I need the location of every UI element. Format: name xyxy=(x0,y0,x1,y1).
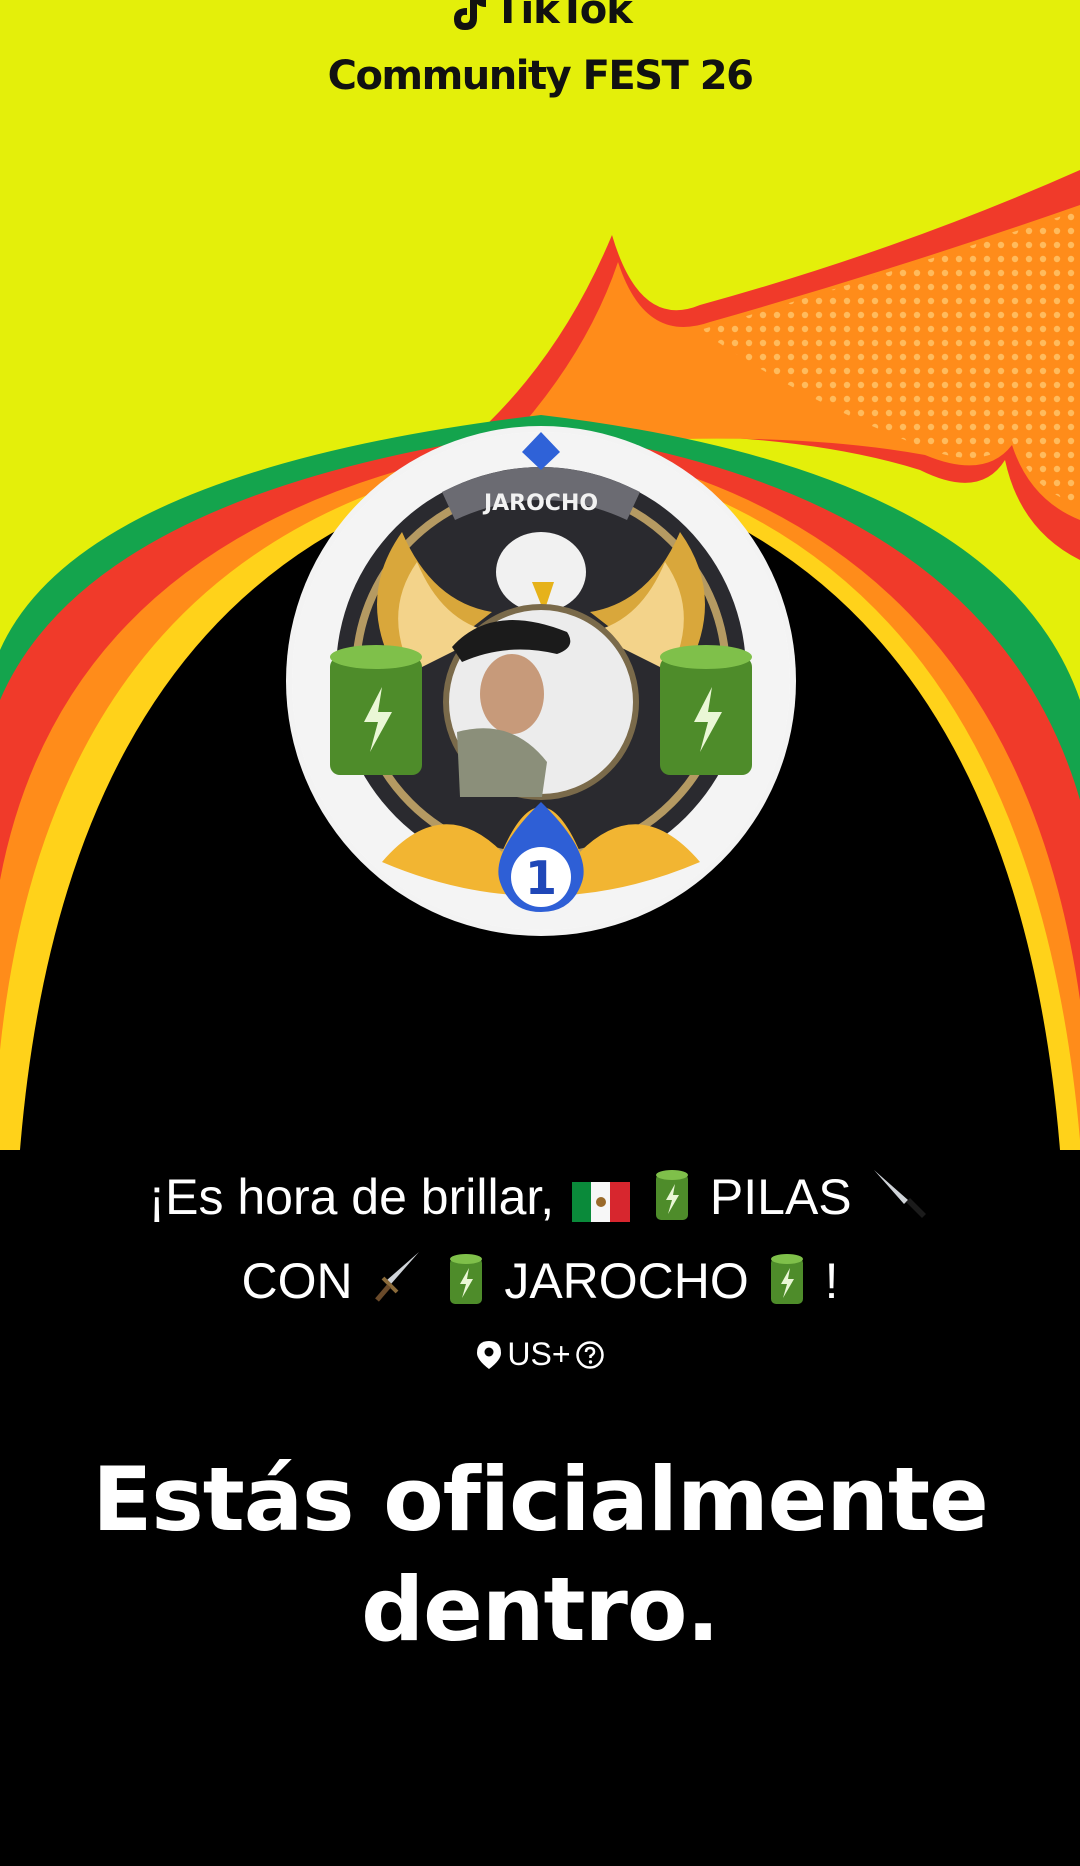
badge-rank-number: 1 xyxy=(525,851,557,905)
name-part-jarocho: JAROCHO xyxy=(504,1253,749,1309)
greeting-line-2: CON JAROCHO ! xyxy=(241,1252,839,1309)
profile-greeting: ¡Es hora de brillar, PILAS CON JAROCHO ! xyxy=(60,1155,1020,1323)
battery-icon xyxy=(656,1170,688,1220)
location-region: US+ xyxy=(507,1336,571,1372)
name-part-con: CON xyxy=(241,1253,353,1309)
name-part-pilas: PILAS xyxy=(709,1169,852,1225)
tiktok-logo-icon xyxy=(454,0,487,30)
location-row: US+ xyxy=(0,1336,1080,1373)
mexico-flag-icon xyxy=(572,1182,631,1222)
location-pin-icon xyxy=(477,1340,502,1369)
greeting-line-1: ¡Es hora de brillar, PILAS xyxy=(148,1169,931,1225)
brand-row: TikTok xyxy=(0,0,1080,34)
headline-line-2: dentro. xyxy=(361,1558,720,1661)
headline-line-1: Estás oficialmente xyxy=(92,1448,989,1551)
greeting-prefix: ¡Es hora de brillar, xyxy=(148,1169,555,1225)
dagger-icon xyxy=(374,1252,419,1302)
jarocho-badge-image: JAROCHO 1 xyxy=(292,432,790,930)
battery-icon xyxy=(450,1254,483,1304)
knife-icon xyxy=(873,1170,926,1218)
headline: Estás oficialmente dentro. xyxy=(0,1445,1080,1665)
event-title: Community FEST 26 xyxy=(327,53,754,99)
badge-frame-label: JAROCHO xyxy=(482,491,598,516)
battery-icon xyxy=(770,1254,803,1304)
help-icon[interactable] xyxy=(575,1340,605,1370)
greeting-suffix: ! xyxy=(824,1253,839,1309)
profile-avatar: JAROCHO 1 xyxy=(292,432,790,930)
brand-name: TikTok xyxy=(494,0,633,33)
